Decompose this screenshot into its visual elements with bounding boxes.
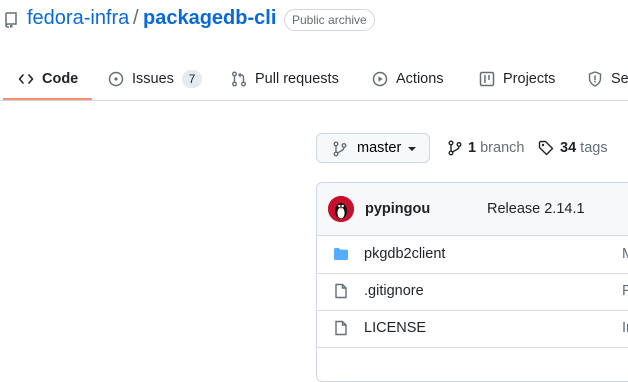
path-separator: / bbox=[133, 7, 139, 29]
file-row: pkgdb2client M bbox=[317, 236, 628, 274]
repo-header: fedora-infra / packagedb-cli Public arch… bbox=[0, 0, 628, 40]
tab-security-label: Se bbox=[611, 71, 628, 87]
branch-count: 1 bbox=[468, 140, 477, 156]
repo-name-link[interactable]: packagedb-cli bbox=[143, 7, 276, 30]
tab-pull-requests-label: Pull requests bbox=[255, 71, 339, 87]
code-icon bbox=[18, 74, 34, 84]
commit-message-link[interactable]: Release 2.14.1 bbox=[487, 201, 585, 217]
file-row: .gitignore F bbox=[317, 273, 628, 311]
file-commit-message[interactable]: F bbox=[622, 283, 628, 299]
tab-issues-label: Issues bbox=[132, 71, 174, 87]
file-commit-message[interactable]: M bbox=[622, 246, 628, 262]
latest-commit-row: pypingou Release 2.14.1 bbox=[317, 183, 628, 236]
tab-code-label: Code bbox=[42, 71, 79, 87]
git-branch-icon bbox=[333, 141, 347, 157]
pull-request-icon bbox=[232, 71, 246, 87]
file-row: LICENSE In bbox=[317, 310, 628, 348]
shield-icon bbox=[588, 71, 602, 87]
tag-count: 34 bbox=[560, 140, 577, 156]
tab-code[interactable]: Code bbox=[18, 58, 78, 100]
tab-projects-label: Projects bbox=[503, 71, 556, 87]
visibility-badge: Public archive bbox=[284, 9, 375, 31]
branch-count-label: branch bbox=[480, 140, 525, 156]
issues-counter: 7 bbox=[181, 70, 202, 88]
tab-security[interactable]: Se bbox=[587, 58, 628, 100]
tag-icon bbox=[538, 140, 554, 156]
penguin-icon bbox=[328, 196, 354, 222]
tag-count-label: tags bbox=[580, 140, 608, 156]
current-branch-label: master bbox=[357, 140, 402, 156]
tabs-divider bbox=[0, 100, 628, 101]
table-icon bbox=[479, 71, 495, 87]
chevron-down-icon bbox=[408, 147, 416, 151]
tab-issues[interactable]: Issues 7 bbox=[108, 58, 202, 100]
avatar[interactable] bbox=[328, 196, 354, 222]
file-icon bbox=[335, 320, 347, 336]
issue-icon bbox=[108, 71, 124, 87]
play-icon bbox=[372, 71, 388, 87]
repo-owner-link[interactable]: fedora-infra bbox=[27, 7, 129, 30]
file-listing: pypingou Release 2.14.1 pkgdb2client M .… bbox=[316, 182, 628, 382]
tab-pull-requests[interactable]: Pull requests bbox=[231, 58, 339, 100]
branches-link[interactable]: 1 branch bbox=[448, 140, 524, 156]
tab-actions-label: Actions bbox=[396, 71, 444, 87]
git-branch-icon bbox=[448, 140, 462, 156]
tab-actions[interactable]: Actions bbox=[372, 58, 444, 100]
file-icon bbox=[335, 283, 347, 299]
file-commit-message[interactable]: In bbox=[622, 320, 628, 336]
repo-icon bbox=[5, 12, 17, 28]
file-name-link[interactable]: LICENSE bbox=[364, 320, 426, 336]
file-name-link[interactable]: pkgdb2client bbox=[364, 246, 445, 262]
tags-link[interactable]: 34 tags bbox=[538, 140, 608, 156]
file-name-link[interactable]: .gitignore bbox=[364, 283, 424, 299]
tab-projects[interactable]: Projects bbox=[479, 58, 555, 100]
commit-author-link[interactable]: pypingou bbox=[365, 201, 430, 217]
repo-tab-nav: Code Issues 7 Pull requests Actions Proj… bbox=[0, 58, 628, 100]
branch-select-button[interactable]: master bbox=[316, 133, 430, 163]
folder-icon bbox=[334, 248, 348, 260]
